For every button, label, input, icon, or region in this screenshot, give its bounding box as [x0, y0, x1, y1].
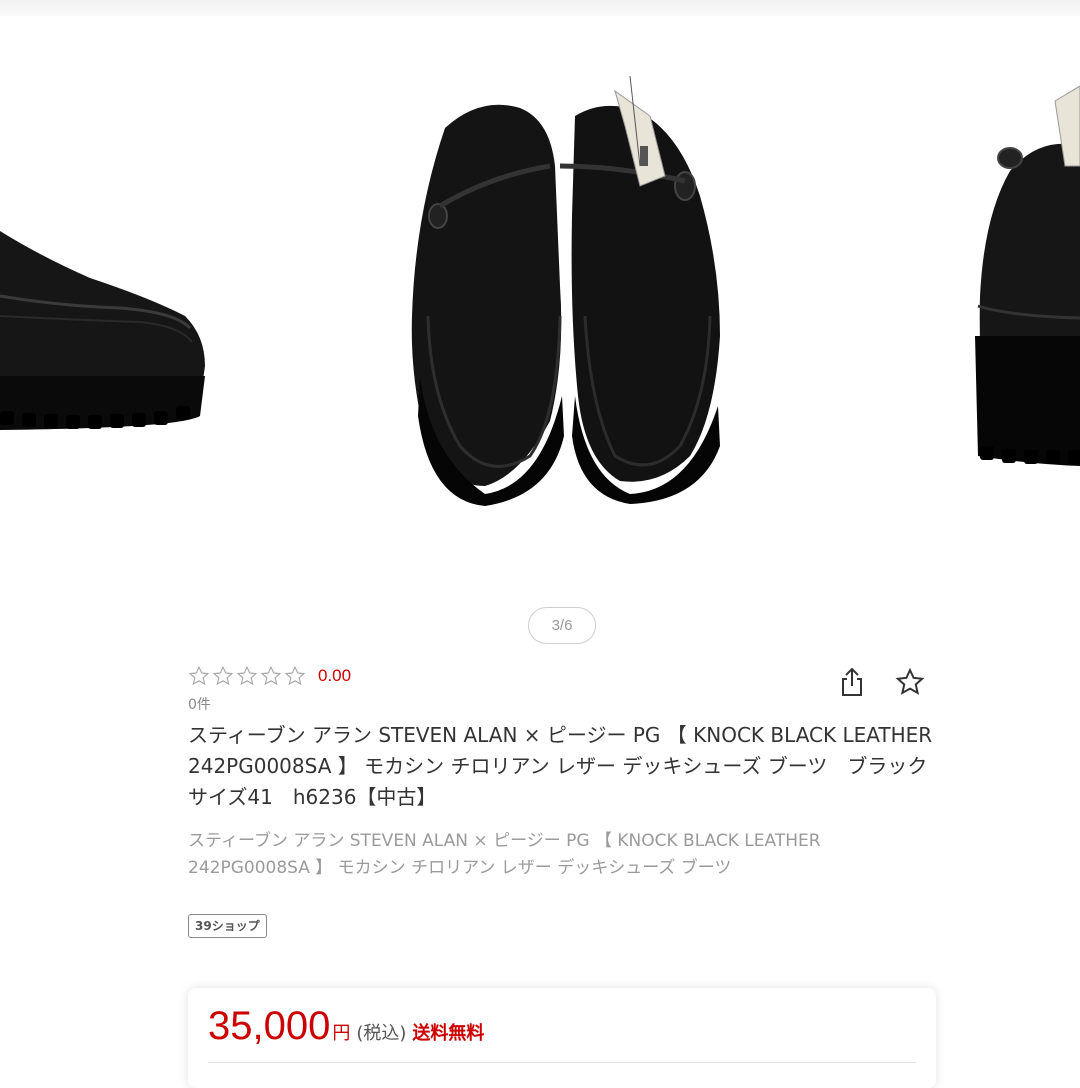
review-count[interactable]: 0件 [188, 694, 211, 714]
rating: 0.00 [188, 664, 351, 688]
star-outline-icon [895, 667, 925, 695]
tax-note: (税込) [356, 1023, 407, 1044]
gallery-slide-current[interactable] [400, 16, 740, 516]
free-shipping-label: 送料無料 [412, 1023, 485, 1044]
product-actions [834, 664, 928, 700]
favorite-button[interactable] [892, 664, 928, 700]
shoe-image-angle [975, 85, 1080, 466]
price-amount: 35,000 [208, 1004, 331, 1048]
star-empty-icon [260, 665, 282, 686]
star-empty-icon [188, 665, 210, 686]
price-currency: 円 [332, 1023, 351, 1044]
shoe-image-front [411, 75, 720, 506]
shop-badge: 39ショップ [188, 914, 267, 938]
product-title: スティーブン アラン STEVEN ALAN × ピージー PG 【 KNOCK… [188, 723, 948, 809]
price-card: 35,000 円 (税込) 送料無料 [188, 988, 936, 1088]
rating-value: 0.00 [318, 666, 352, 685]
divider [208, 1062, 916, 1063]
gallery-slide-next[interactable] [970, 16, 1080, 576]
product-subtitle: スティーブン アラン STEVEN ALAN × ピージー PG 【 KNOCK… [188, 831, 821, 878]
star-empty-icon [212, 665, 234, 686]
price-row: 35,000 円 (税込) 送料無料 [208, 1004, 484, 1049]
shoe-image-side [0, 231, 205, 430]
image-gallery[interactable] [0, 16, 1080, 576]
share-icon [842, 667, 862, 696]
share-button[interactable] [834, 664, 870, 700]
star-empty-icon [284, 665, 306, 686]
gallery-slide-previous[interactable] [0, 16, 220, 576]
gallery-pager: 3/6 [528, 607, 596, 644]
star-empty-icon [236, 665, 258, 686]
top-bar [0, 0, 1080, 16]
